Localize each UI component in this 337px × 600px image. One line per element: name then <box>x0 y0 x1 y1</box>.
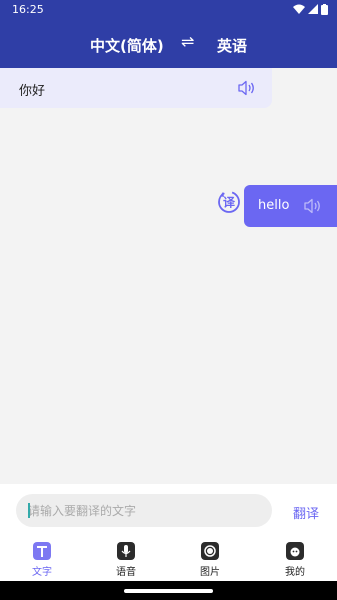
translate-input[interactable] <box>16 494 272 527</box>
chat-area: 你好 译 hello <box>0 68 337 484</box>
tab-label: 我的 <box>285 567 305 578</box>
system-nav-bar <box>0 581 337 600</box>
translated-message-text: hello <box>258 198 290 213</box>
tab-label: 语音 <box>116 567 136 578</box>
signal-icon <box>308 4 318 14</box>
translate-badge-icon: 译 <box>217 190 241 214</box>
source-message-bubble: 你好 <box>0 68 272 108</box>
status-bar: 16:25 <box>0 0 337 18</box>
status-icons <box>293 3 328 15</box>
text-cursor <box>28 503 30 518</box>
tab-text[interactable]: 文字 <box>22 542 62 578</box>
tab-label: 图片 <box>200 567 220 578</box>
speaker-icon[interactable] <box>238 80 256 96</box>
language-header: 中文(简体) ⇌ 英语 <box>0 18 337 68</box>
home-gesture-pill[interactable] <box>124 589 213 593</box>
swap-languages-icon[interactable]: ⇌ <box>181 32 194 51</box>
target-language-button[interactable]: 英语 <box>217 35 247 56</box>
tab-label: 文字 <box>32 567 52 578</box>
status-time: 16:25 <box>12 2 44 16</box>
speaker-icon[interactable] <box>304 198 322 214</box>
camera-icon <box>201 542 219 560</box>
translate-badge-label: 译 <box>223 196 236 210</box>
battery-icon <box>321 3 328 15</box>
bottom-tab-bar: 文字 语音 图片 我的 <box>0 538 337 581</box>
wifi-icon <box>293 4 305 14</box>
tab-image[interactable]: 图片 <box>190 542 230 578</box>
profile-icon <box>286 542 304 560</box>
text-icon <box>33 542 51 560</box>
microphone-icon <box>117 542 135 560</box>
source-language-button[interactable]: 中文(简体) <box>90 35 164 56</box>
tab-profile[interactable]: 我的 <box>275 542 315 578</box>
translated-message-bubble: hello <box>244 185 337 227</box>
translate-button[interactable]: 翻译 <box>293 503 319 522</box>
input-area: 翻译 <box>0 484 337 538</box>
source-message-text: 你好 <box>19 84 46 99</box>
tab-voice[interactable]: 语音 <box>106 542 146 578</box>
